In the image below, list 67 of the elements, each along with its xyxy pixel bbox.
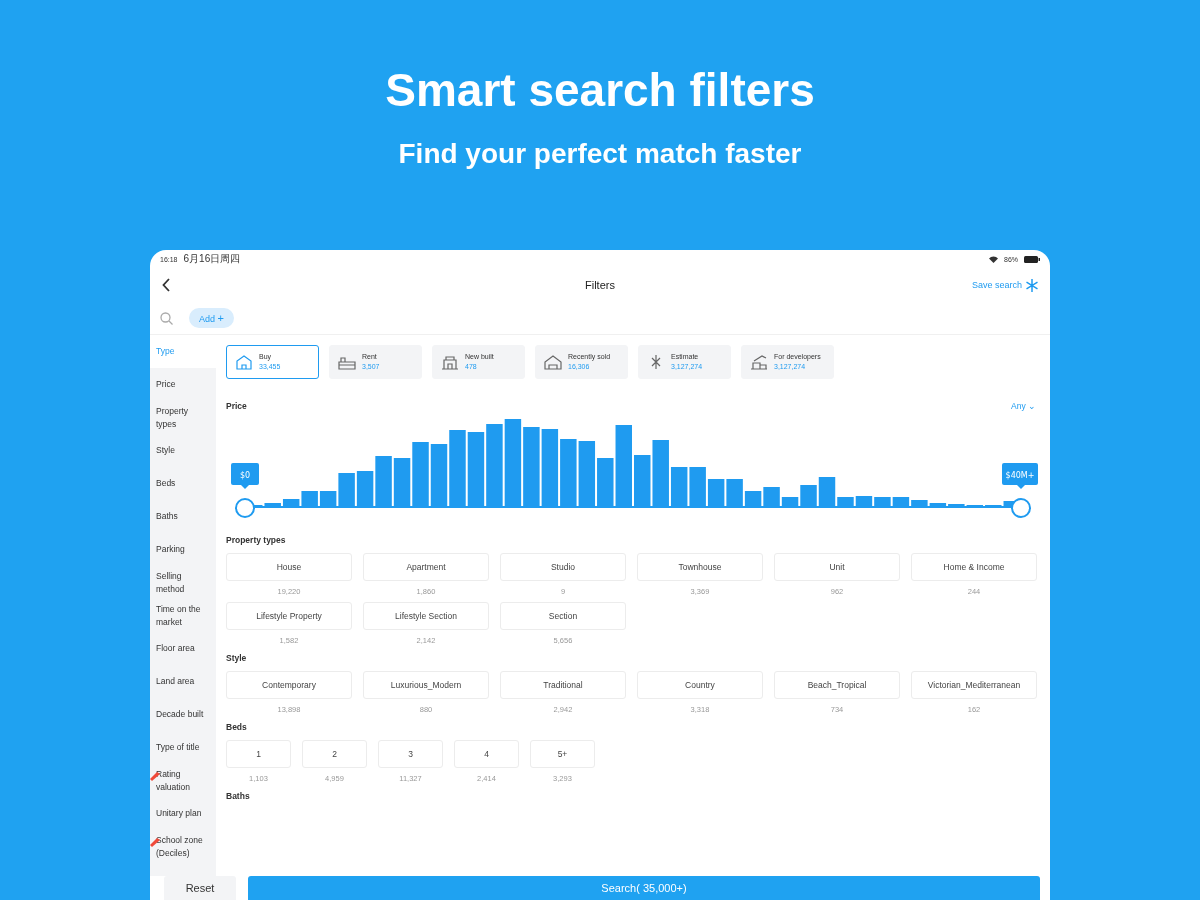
option-button[interactable]: 1 [226, 740, 291, 768]
option-button[interactable]: Victorian_Mediterranean [911, 671, 1037, 699]
histogram-bar [356, 471, 374, 507]
sidebar-item[interactable]: Beds [150, 467, 216, 500]
sidebar-item[interactable]: Price [150, 368, 216, 401]
option-button[interactable]: Contemporary [226, 671, 352, 699]
histogram-bar [412, 442, 429, 507]
option-button[interactable]: Home & Income [911, 553, 1037, 581]
sidebar-item[interactable]: Baths [150, 500, 216, 533]
option-button[interactable]: 2 [302, 740, 367, 768]
histogram-bar [855, 496, 873, 507]
option-button[interactable]: 3 [378, 740, 443, 768]
option-button[interactable]: Traditional [500, 671, 626, 699]
search-icon[interactable] [160, 311, 173, 325]
option-button[interactable]: Luxurious_Modern [363, 671, 489, 699]
status-date: 6月16日周四 [183, 252, 241, 266]
section-heading: Baths [226, 791, 251, 801]
option-button[interactable]: Townhouse [637, 553, 763, 581]
sidebar-item[interactable]: Land area [150, 665, 216, 698]
option-button[interactable]: 4 [454, 740, 519, 768]
section-heading: Beds [226, 722, 248, 732]
headline: Smart search filters [385, 63, 815, 118]
sidebar-item[interactable]: Property types [150, 401, 216, 434]
subheadline: Find your perfect match faster [398, 137, 802, 171]
histogram-bar [375, 456, 392, 507]
price-tooltip: $40M+ [1002, 463, 1038, 489]
histogram-bar [634, 455, 651, 507]
option-button[interactable]: Studio [500, 553, 626, 581]
option-button[interactable]: Unit [774, 553, 900, 581]
histogram-bar [578, 441, 596, 507]
price-tooltip: $0 [231, 463, 259, 489]
option-button[interactable]: Country [637, 671, 763, 699]
sidebar-item[interactable]: School zone (Deciles) [150, 830, 216, 863]
option-button[interactable]: Lifestyle Section [363, 602, 489, 630]
histogram-bar [689, 467, 706, 507]
sidebar-item[interactable]: Type of title [150, 731, 216, 764]
back-icon[interactable] [162, 278, 171, 292]
sidebar-item[interactable]: Time on the market [150, 599, 216, 632]
section-heading: Price [226, 401, 247, 411]
wifi-icon [989, 255, 998, 263]
slider-handle[interactable] [1011, 498, 1031, 518]
sidebar-item[interactable]: Style [150, 434, 216, 467]
sidebar-item[interactable]: Floor area [150, 632, 216, 665]
option-button[interactable]: Apartment [363, 553, 489, 581]
snowflake-icon [1026, 278, 1038, 292]
slider-handle[interactable] [235, 498, 255, 518]
option-button[interactable]: Lifestyle Property [226, 602, 352, 630]
histogram-bar [430, 444, 448, 507]
page-title: Filters [585, 279, 615, 291]
section-heading: Style [226, 653, 248, 663]
histogram-bar [892, 497, 910, 507]
reset-button[interactable]: Reset [164, 876, 236, 900]
sidebar-item[interactable]: Decade built [150, 698, 216, 731]
sidebar-item[interactable]: Rating valuation [150, 764, 216, 797]
option-button[interactable]: House [226, 553, 352, 581]
histogram-bar [874, 497, 891, 507]
battery-icon [1024, 255, 1040, 263]
histogram-bar [707, 479, 725, 507]
sidebar-item[interactable]: Selling method [150, 566, 216, 599]
option-button[interactable]: Section [500, 602, 626, 630]
sidebar-item[interactable]: Parking [150, 533, 216, 566]
section-heading: Property types [226, 535, 287, 545]
option-button[interactable]: 5+ [530, 740, 595, 768]
option-button[interactable]: Beach_Tropical [774, 671, 900, 699]
histogram-bar [393, 458, 411, 507]
histogram-bar [560, 439, 577, 507]
sidebar-item[interactable]: Unitary plan [150, 797, 216, 830]
